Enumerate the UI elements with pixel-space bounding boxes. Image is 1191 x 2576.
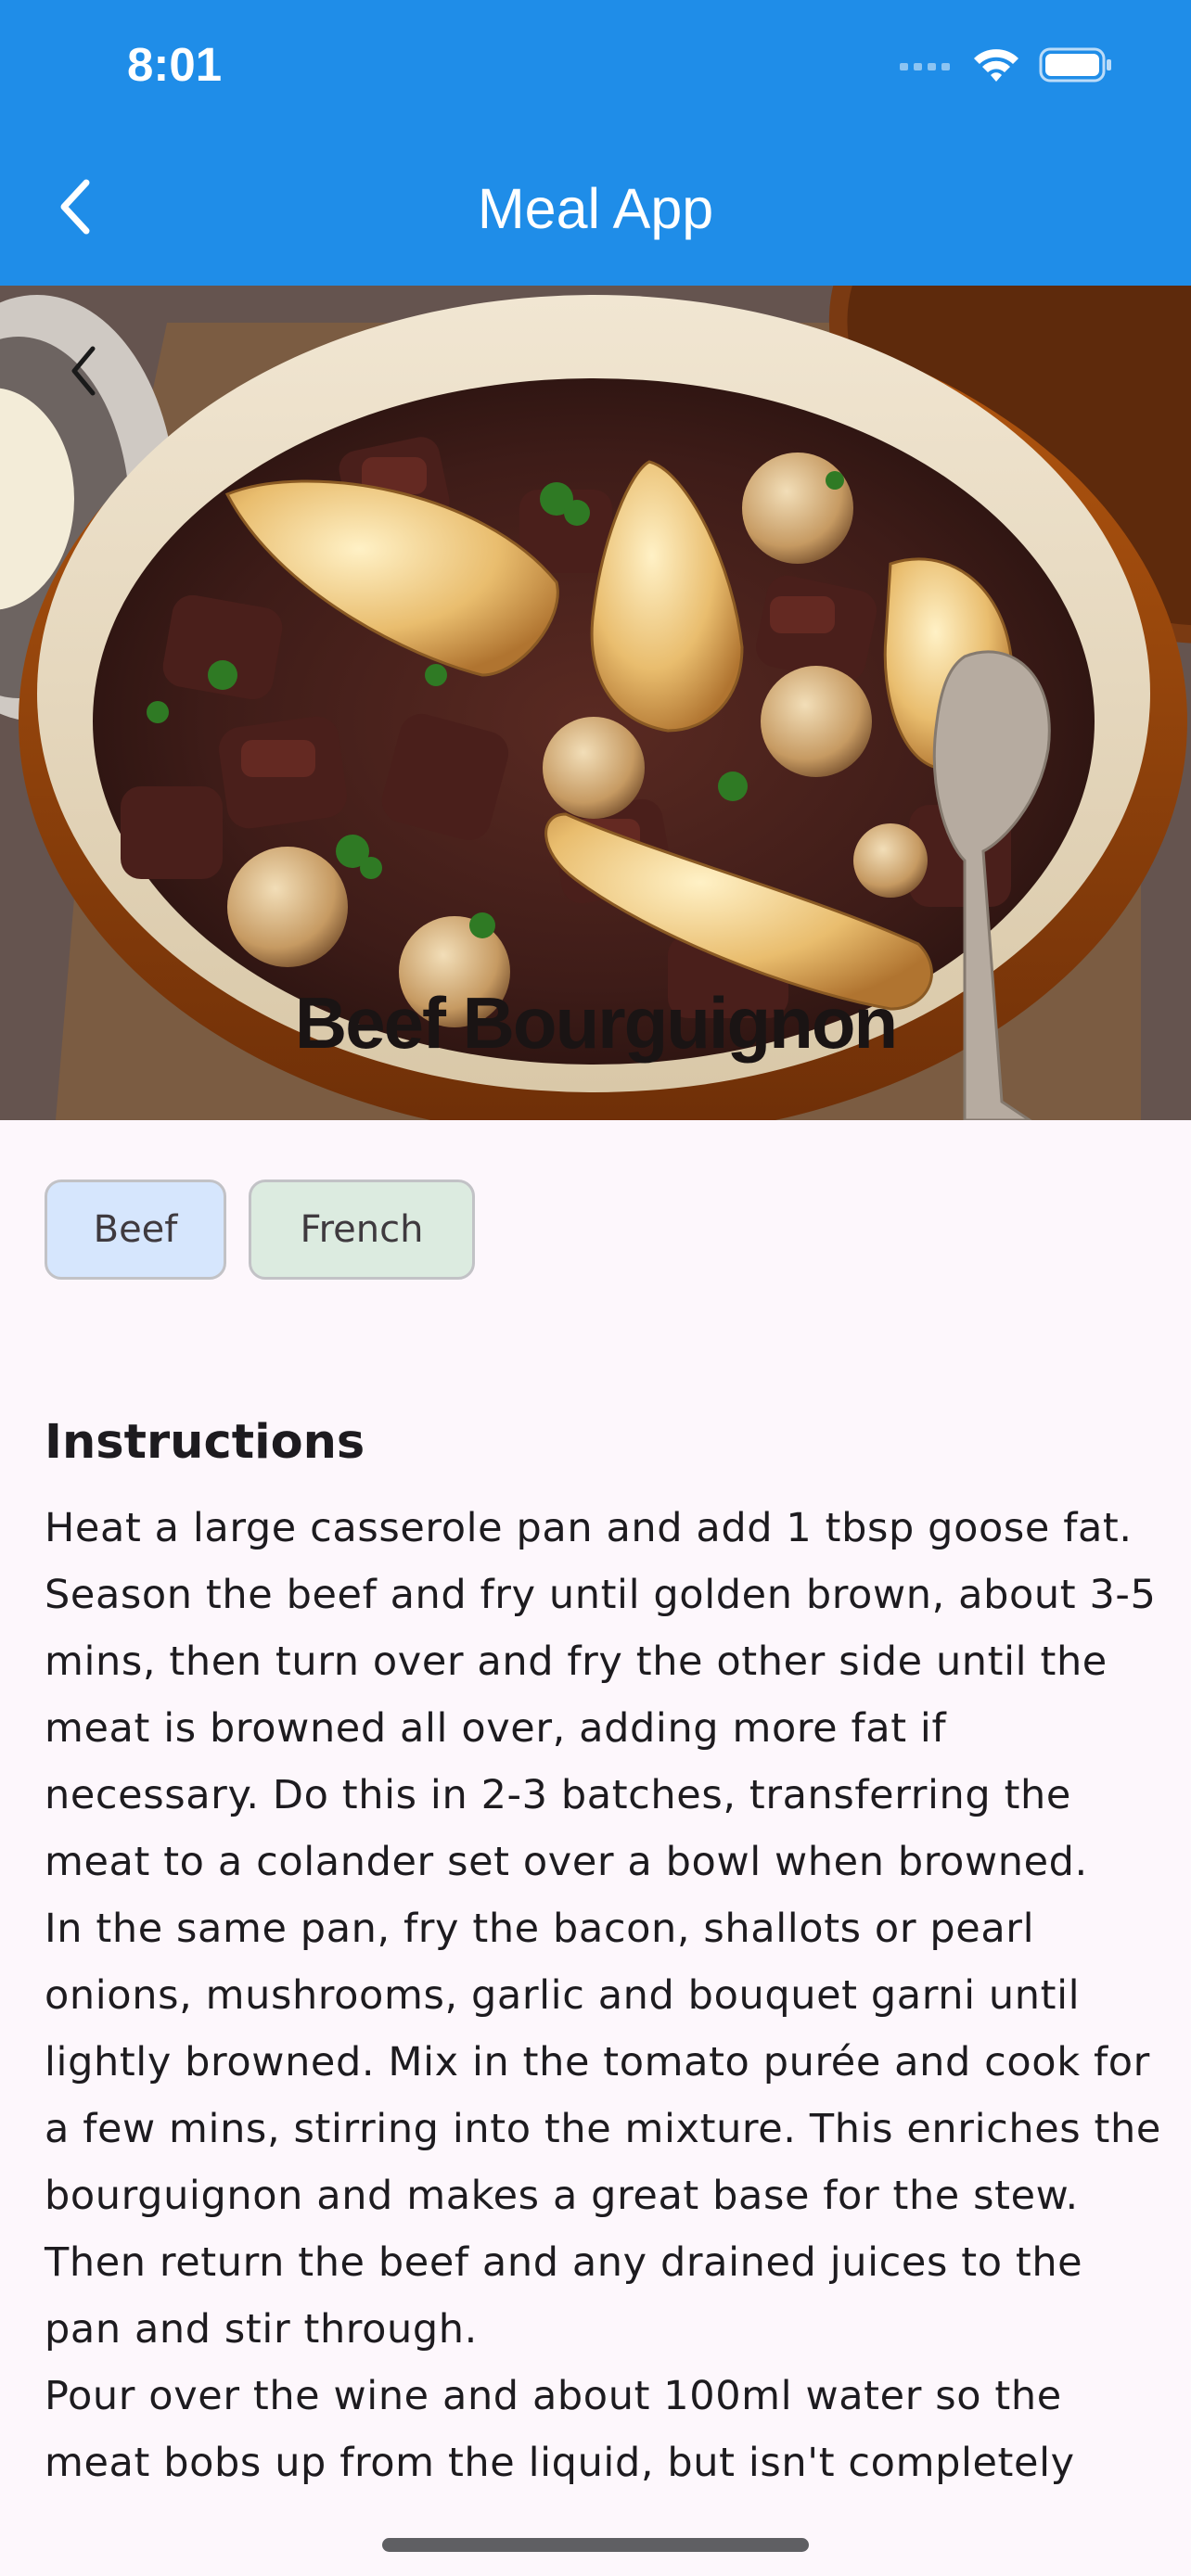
meal-tags: Beef French xyxy=(45,1180,475,1280)
chevron-left-icon xyxy=(56,334,111,408)
meal-image: Beef Bourguignon xyxy=(0,286,1191,1120)
battery-icon xyxy=(1039,46,1113,87)
instructions-heading: Instructions xyxy=(45,1415,365,1470)
home-indicator[interactable] xyxy=(382,2538,809,2552)
meal-title: Beef Bourguignon xyxy=(294,982,898,1064)
cellular-signal-icon xyxy=(898,56,954,78)
status-icons xyxy=(898,45,1113,89)
wifi-icon xyxy=(972,46,1020,87)
tag-chip-beef[interactable]: Beef xyxy=(45,1180,226,1280)
app-bar: Meal App xyxy=(0,139,1191,278)
image-back-button[interactable] xyxy=(56,334,111,408)
tag-chip-french[interactable]: French xyxy=(249,1180,475,1280)
app-title: Meal App xyxy=(477,177,714,240)
app-header: 8:01 Meal App xyxy=(0,0,1191,286)
instructions-text: Heat a large casserole pan and add 1 tbs… xyxy=(45,1505,1161,2486)
status-time: 8:01 xyxy=(127,38,223,91)
